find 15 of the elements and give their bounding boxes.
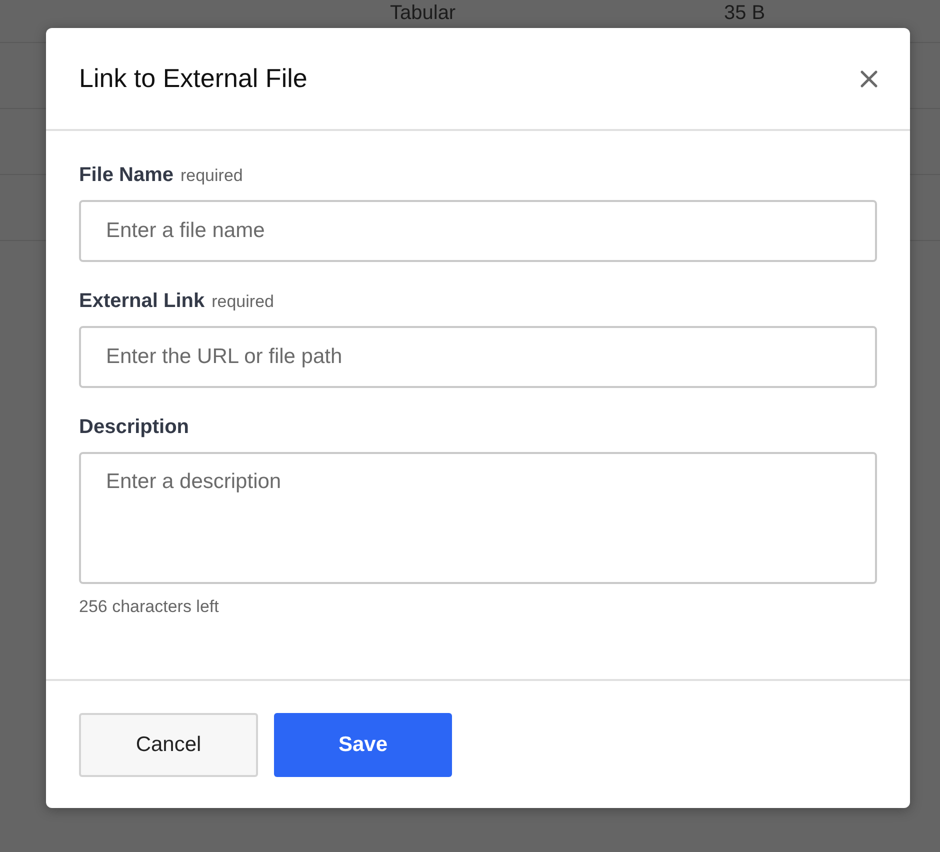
input-field[interactable]: Enter a file name bbox=[79, 200, 877, 262]
field-label: Description bbox=[79, 416, 190, 439]
close-button[interactable] bbox=[860, 70, 878, 88]
save-button[interactable]: Save bbox=[274, 713, 452, 777]
table-cell-text: Tabular bbox=[390, 2, 457, 25]
required-note: required bbox=[180, 166, 243, 186]
dialog-title: Link to External File bbox=[79, 63, 308, 94]
cancel-button[interactable]: Cancel bbox=[79, 713, 258, 777]
character-count: 256 characters left bbox=[79, 597, 220, 617]
field-label: File Name bbox=[79, 164, 174, 187]
field-label: External Link bbox=[79, 290, 205, 313]
table-cell-text: 35 B bbox=[724, 2, 766, 25]
input-field[interactable]: Enter the URL or file path bbox=[79, 326, 877, 388]
description-field[interactable]: Enter a description bbox=[79, 452, 877, 584]
required-note: required bbox=[212, 292, 274, 312]
